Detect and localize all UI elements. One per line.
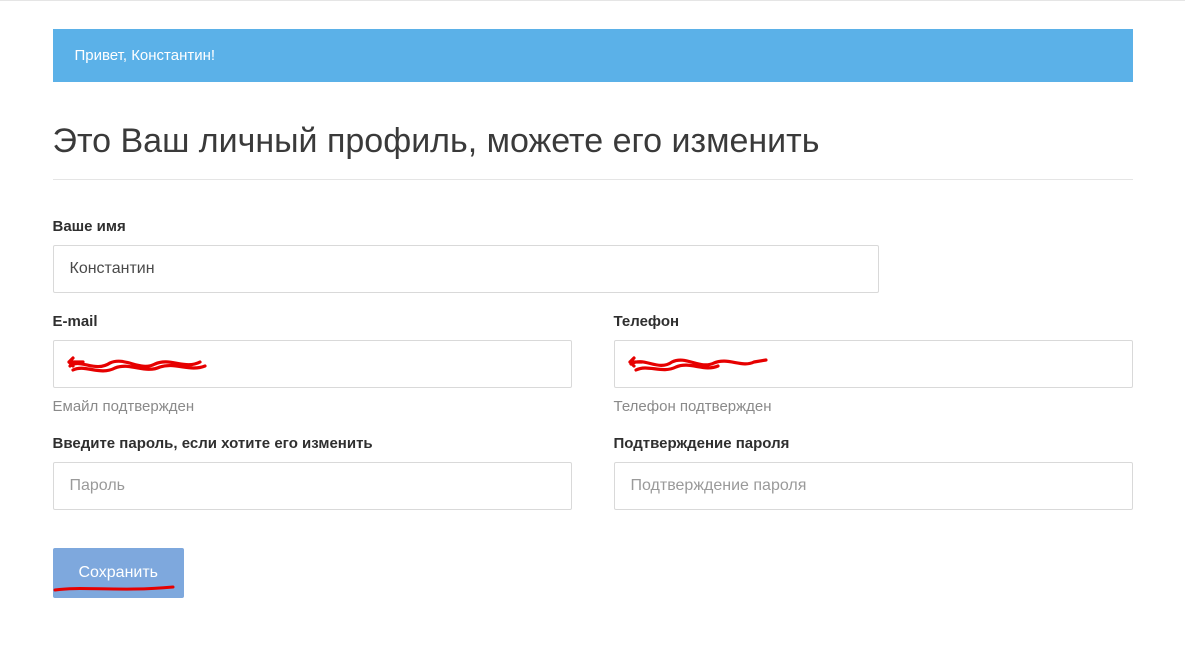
top-divider [0, 0, 1185, 1]
name-label: Ваше имя [53, 218, 879, 235]
email-label: E-mail [53, 313, 572, 330]
email-input[interactable] [53, 340, 572, 388]
phone-help: Телефон подтвержден [614, 398, 1133, 415]
password-confirm-label: Подтверждение пароля [614, 435, 1133, 452]
row-name: Ваше имя [53, 218, 1133, 293]
group-phone: Телефон Телефон подтвержден [614, 313, 1133, 415]
password-label: Введите пароль, если хотите его изменить [53, 435, 572, 452]
phone-input[interactable] [614, 340, 1133, 388]
save-button[interactable]: Сохранить [53, 548, 185, 598]
group-password-confirm: Подтверждение пароля [614, 435, 1133, 510]
row-email-phone: E-mail Емайл подтвержден Телефон Телефон… [53, 313, 1133, 415]
phone-label: Телефон [614, 313, 1133, 330]
greeting-banner: Привет, Константин! [53, 29, 1133, 82]
email-help: Емайл подтвержден [53, 398, 572, 415]
title-divider [53, 179, 1133, 180]
row-password: Введите пароль, если хотите его изменить… [53, 435, 1133, 510]
greeting-text: Привет, Константин! [75, 47, 216, 64]
group-name: Ваше имя [53, 218, 879, 293]
password-input[interactable] [53, 462, 572, 510]
content-container: Привет, Константин! Это Ваш личный профи… [43, 29, 1143, 598]
password-confirm-input[interactable] [614, 462, 1133, 510]
page-title: Это Ваш личный профиль, можете его измен… [53, 122, 1133, 161]
name-input[interactable] [53, 245, 879, 293]
group-email: E-mail Емайл подтвержден [53, 313, 572, 415]
group-password: Введите пароль, если хотите его изменить [53, 435, 572, 510]
